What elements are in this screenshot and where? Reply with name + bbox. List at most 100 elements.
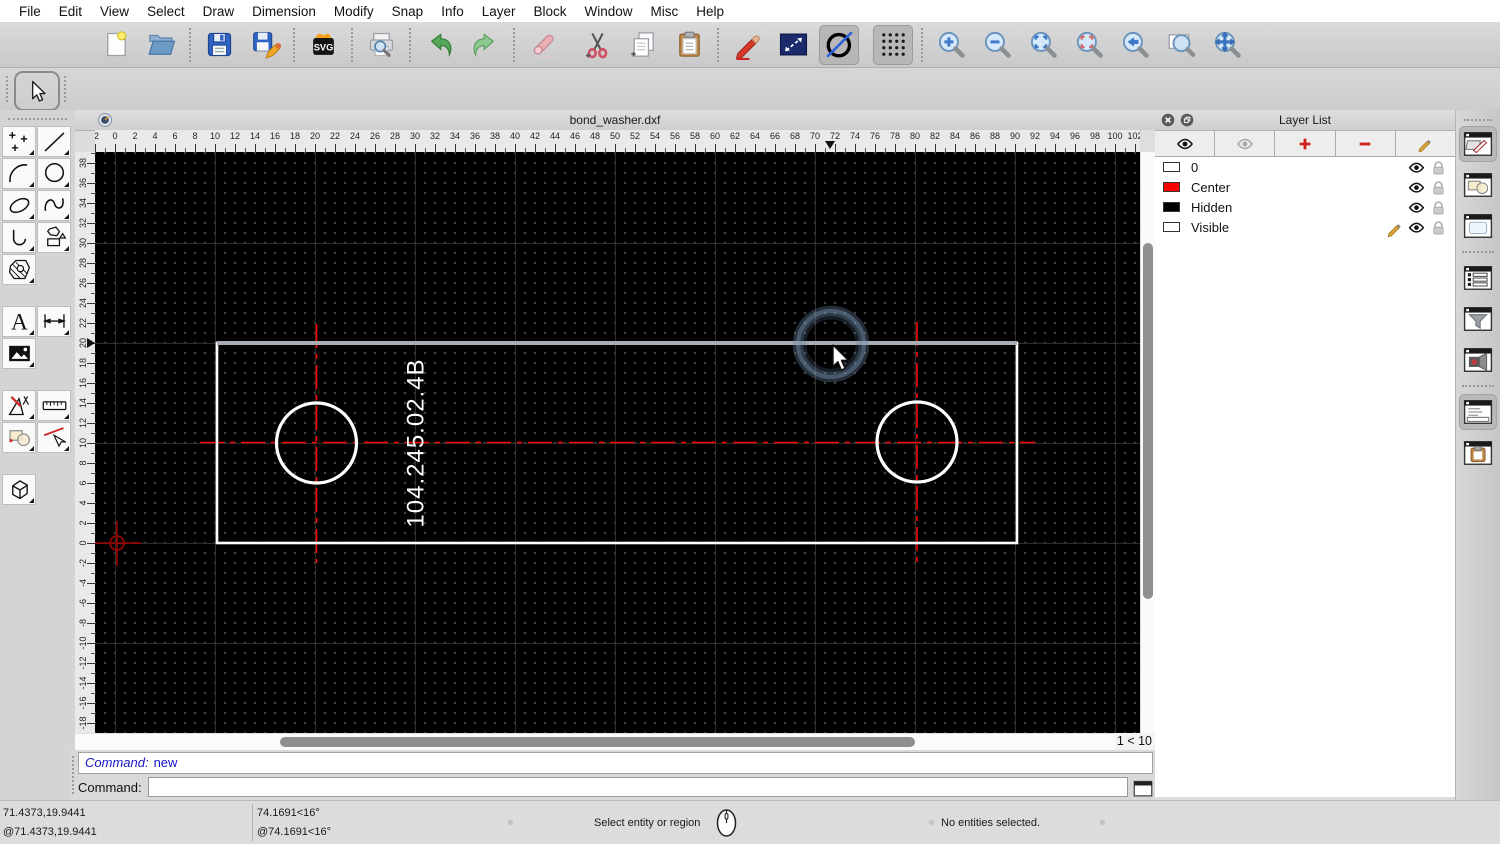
- menu-help[interactable]: Help: [687, 4, 733, 19]
- cube3d-tool[interactable]: [2, 474, 36, 505]
- arc-tool[interactable]: [2, 158, 36, 189]
- v-ruler-label: 6: [78, 480, 88, 486]
- drawing-titlebar[interactable]: bond_washer.dxf: [75, 110, 1155, 131]
- redo-button[interactable]: [465, 25, 505, 65]
- layer-visibility-eye-icon[interactable]: [1408, 200, 1425, 214]
- save-as-button[interactable]: [245, 25, 285, 65]
- print-preview-button[interactable]: [361, 25, 401, 65]
- selection-filter-window-button[interactable]: [1459, 301, 1497, 337]
- zoom-out-button[interactable]: [977, 25, 1017, 65]
- spline-tool[interactable]: [37, 190, 71, 221]
- layer-lock-icon[interactable]: [1430, 160, 1447, 175]
- command-input[interactable]: [147, 777, 1128, 797]
- ellipse-tool[interactable]: [2, 190, 36, 221]
- menu-view[interactable]: View: [91, 4, 138, 19]
- vertical-scrollbar[interactable]: [1141, 152, 1155, 733]
- menu-file[interactable]: File: [10, 4, 50, 19]
- dimension-tool[interactable]: [37, 306, 71, 337]
- horizontal-scrollbar-thumb[interactable]: [280, 737, 915, 747]
- block-tool[interactable]: [2, 422, 36, 453]
- layer-visibility-eye-icon[interactable]: [1408, 220, 1425, 234]
- part-number-label[interactable]: 104.245.02.4B: [402, 358, 429, 527]
- draw-pencil-button[interactable]: [727, 25, 767, 65]
- drawing-canvas[interactable]: 104.245.02.4B: [95, 152, 1140, 733]
- select-entity-tool[interactable]: [37, 422, 71, 453]
- menu-draw[interactable]: Draw: [194, 4, 244, 19]
- hatch-tool[interactable]: [2, 254, 36, 285]
- zoom-auto-button[interactable]: [1023, 25, 1063, 65]
- close-icon[interactable]: [1161, 113, 1175, 127]
- select-window-button[interactable]: [773, 25, 813, 65]
- zoom-window-button[interactable]: [1161, 25, 1201, 65]
- grid-dots-button[interactable]: [873, 24, 913, 65]
- command-dock-toggle-button[interactable]: [1133, 779, 1153, 796]
- modify-tool[interactable]: [2, 390, 36, 421]
- add-layer-button[interactable]: [1275, 131, 1336, 156]
- points-tool[interactable]: [2, 126, 36, 157]
- float-panel-icon[interactable]: [1180, 113, 1194, 127]
- block-list-window-button[interactable]: [1459, 167, 1497, 203]
- layer-visibility-eye-icon[interactable]: [1408, 180, 1425, 194]
- draw-circle-button[interactable]: [819, 24, 859, 65]
- library-browser-window-button[interactable]: [1459, 208, 1497, 244]
- copy-button[interactable]: [623, 25, 663, 65]
- polyline-tool[interactable]: [2, 222, 36, 253]
- save-button[interactable]: [199, 25, 239, 65]
- zoom-previous-button[interactable]: [1115, 25, 1155, 65]
- horizontal-scrollbar[interactable]: [75, 733, 1115, 751]
- remove-layer-button[interactable]: [1336, 131, 1396, 156]
- device-window-button[interactable]: [1459, 342, 1497, 378]
- command-line-window-button[interactable]: [1459, 394, 1497, 430]
- menu-window[interactable]: Window: [576, 4, 642, 19]
- command-dock-handle[interactable]: [72, 756, 74, 794]
- toolbar-separator: [293, 27, 295, 62]
- zoom-in-button[interactable]: [931, 25, 971, 65]
- layer-lock-icon[interactable]: [1430, 180, 1447, 195]
- layer-row[interactable]: Visible: [1155, 217, 1455, 237]
- show-all-layers-button[interactable]: [1155, 131, 1216, 156]
- vertical-scrollbar-thumb[interactable]: [1143, 243, 1153, 599]
- circle-tool[interactable]: [37, 158, 71, 189]
- export-svg-button[interactable]: SVG: [303, 25, 343, 65]
- layer-row[interactable]: Hidden: [1155, 197, 1455, 217]
- cut-button[interactable]: [577, 25, 617, 65]
- measure-tool[interactable]: [37, 390, 71, 421]
- dock-widgets-bar: [1455, 110, 1500, 800]
- menu-dimension[interactable]: Dimension: [243, 4, 325, 19]
- menu-select[interactable]: Select: [138, 4, 194, 19]
- menu-info[interactable]: Info: [432, 4, 473, 19]
- menu-edit[interactable]: Edit: [50, 4, 91, 19]
- hide-all-layers-button[interactable]: [1215, 131, 1276, 156]
- clipboard-window-button[interactable]: [1459, 435, 1497, 471]
- line-tool[interactable]: [37, 126, 71, 157]
- select-pointer-button[interactable]: [14, 71, 60, 111]
- layer-list-window-button[interactable]: [1459, 126, 1497, 162]
- layer-row[interactable]: 0: [1155, 157, 1455, 177]
- menu-block[interactable]: Block: [525, 4, 576, 19]
- palette-drag-handle[interactable]: [8, 118, 67, 120]
- paste-button[interactable]: [669, 25, 709, 65]
- image-tool[interactable]: [2, 338, 36, 369]
- menu-layer[interactable]: Layer: [473, 4, 525, 19]
- undo-button[interactable]: [419, 25, 459, 65]
- toolbar-drag-handle[interactable]: [6, 76, 8, 102]
- dock-drag-handle[interactable]: [1464, 119, 1492, 121]
- open-file-button[interactable]: [141, 25, 181, 65]
- toolbar-drag-handle[interactable]: [64, 76, 66, 102]
- entity-list-window-button[interactable]: [1459, 260, 1497, 296]
- menu-misc[interactable]: Misc: [642, 4, 688, 19]
- menu-modify[interactable]: Modify: [325, 4, 383, 19]
- zoom-pan-button[interactable]: [1207, 25, 1247, 65]
- layer-lock-icon[interactable]: [1430, 200, 1447, 215]
- edit-layer-button[interactable]: [1396, 131, 1455, 156]
- zoom-selected-button[interactable]: [1069, 25, 1109, 65]
- layer-visibility-eye-icon[interactable]: [1408, 160, 1425, 174]
- text-tool[interactable]: A: [2, 306, 36, 337]
- polygon-tool[interactable]: [37, 222, 71, 253]
- layer-row[interactable]: Center: [1155, 177, 1455, 197]
- new-file-button[interactable]: [95, 25, 135, 65]
- layer-lock-icon[interactable]: [1430, 220, 1447, 235]
- layer-list-titlebar[interactable]: Layer List: [1155, 110, 1455, 131]
- erase-button[interactable]: [523, 25, 563, 65]
- menu-snap[interactable]: Snap: [383, 4, 433, 19]
